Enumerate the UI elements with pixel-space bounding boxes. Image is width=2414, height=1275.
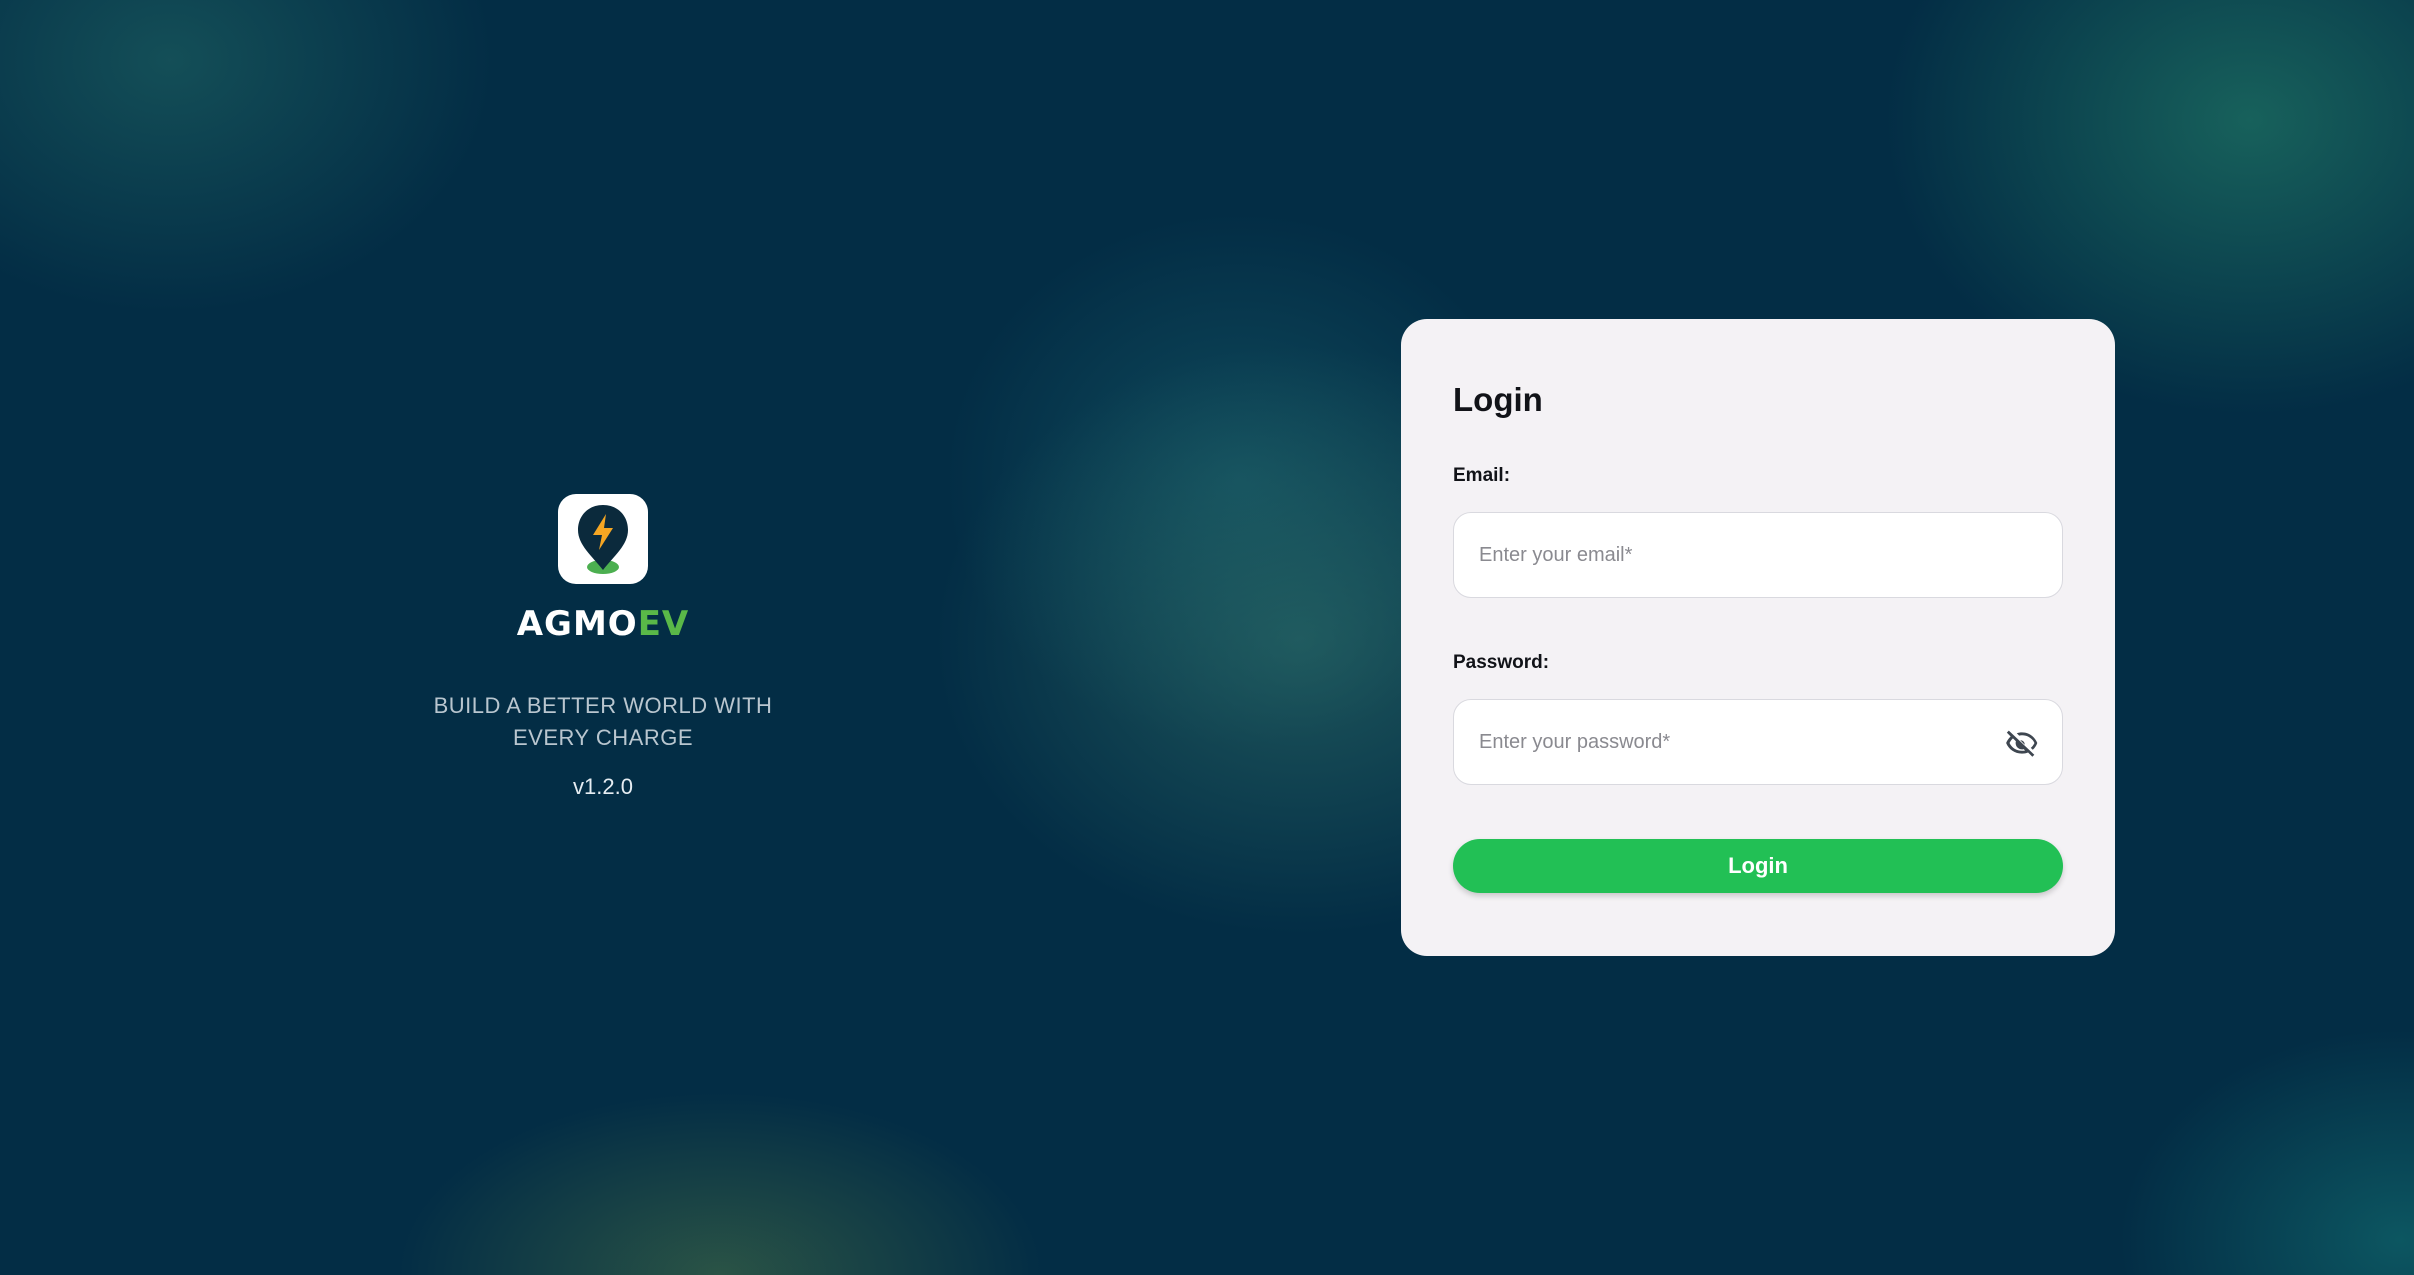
email-input[interactable] [1454,513,2062,597]
app-logo-icon [558,494,648,584]
login-button[interactable]: Login [1453,839,2063,893]
login-title: Login [1453,381,1543,418]
email-field-container [1453,512,2063,598]
brand-panel: AGMO EV BUILD A BETTER WORLD WITH EVERY C… [400,494,806,800]
charging-pin-icon [578,505,628,574]
brand-name-agmo: AGMO [516,604,638,644]
email-label: Email: [1453,465,1511,486]
password-field-container [1453,699,2063,785]
eye-off-icon[interactable] [2004,725,2040,761]
brand-name-ev: EV [637,604,690,644]
password-label: Password: [1453,652,1550,673]
brand-tagline: BUILD A BETTER WORLD WITH EVERY CHARGE [433,693,773,750]
app-version: v1.2.0 [573,774,633,799]
login-card: Login Email: Password: Login [1401,319,2115,956]
brand-wordmark: AGMO EV [517,604,690,644]
password-input[interactable] [1454,700,2062,784]
